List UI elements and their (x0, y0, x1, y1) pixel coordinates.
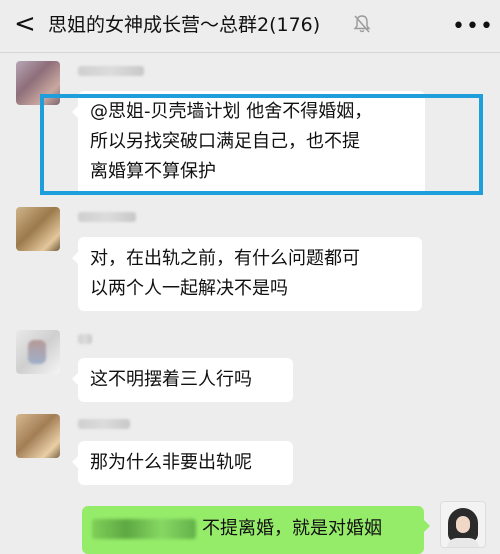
message-line: 以两个人一起解决不是吗 (90, 278, 288, 299)
more-options-icon[interactable]: ••• (452, 16, 494, 38)
avatar[interactable] (16, 414, 60, 458)
chat-title[interactable]: 思姐的女神成长营～总群2(176) (48, 12, 320, 38)
message-bubble[interactable]: 那为什么非要出轨呢 (72, 441, 293, 485)
message-line: 这不明摆着三人行吗 (90, 369, 252, 390)
bell-muted-icon (353, 15, 371, 33)
blurred-text (92, 519, 196, 539)
avatar[interactable] (16, 207, 60, 251)
message-bubble[interactable]: 这不明摆着三人行吗 (72, 358, 293, 402)
message-line: 对，在出轨之前，有什么问题都可 (90, 248, 360, 269)
back-chevron-icon[interactable]: < (14, 9, 36, 39)
my-message-text: 不提离婚，就是对婚姻 (202, 518, 382, 539)
my-message-bubble[interactable]: 不提离婚，就是对婚姻 (82, 506, 430, 554)
avatar[interactable] (16, 330, 60, 374)
sender-name-blurred (78, 212, 136, 222)
my-avatar[interactable] (440, 501, 486, 548)
highlight-frame (40, 94, 483, 195)
message-bubble[interactable]: 对，在出轨之前，有什么问题都可 以两个人一起解决不是吗 (72, 237, 422, 311)
message-line: 那为什么非要出轨呢 (90, 452, 252, 473)
sender-name-blurred (78, 419, 130, 429)
chat-header: < 思姐的女神成长营～总群2(176) ••• (0, 0, 500, 53)
sender-name-blurred (78, 66, 144, 76)
sender-name-blurred (78, 334, 92, 344)
